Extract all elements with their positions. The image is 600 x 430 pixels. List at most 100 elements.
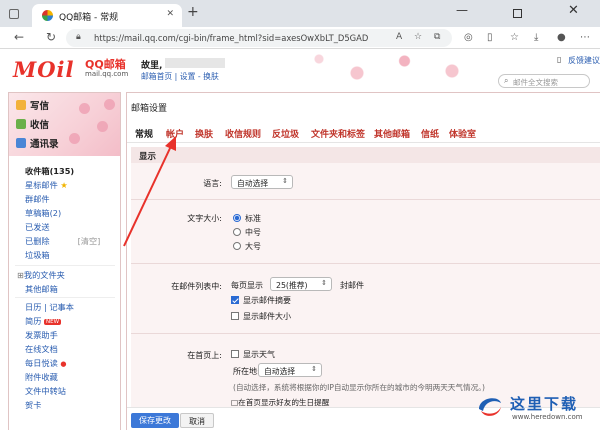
language-select[interactable]: 自动选择 ⇕ xyxy=(231,175,293,189)
app-resume[interactable]: 简历 NEW xyxy=(25,315,62,327)
split-screen-icon[interactable]: ▯ xyxy=(487,32,493,43)
font-size-large[interactable]: 大号 xyxy=(233,241,261,252)
app-online-docs[interactable]: 在线文档 xyxy=(25,343,58,355)
tab-skin[interactable]: 换肤 xyxy=(195,127,213,140)
radio-icon[interactable] xyxy=(233,214,241,222)
show-summary-option[interactable]: 显示邮件摘要 xyxy=(231,295,291,306)
font-size-label: 文字大小: xyxy=(187,214,222,223)
feedback-link[interactable]: 反馈建议 xyxy=(568,55,600,66)
qqmail-logo[interactable]: MOil xyxy=(13,57,75,82)
tab-stationery[interactable]: 信纸 xyxy=(421,127,439,140)
font-size-medium[interactable]: 中号 xyxy=(233,227,261,238)
folder-starred[interactable]: 星标邮件 ★ xyxy=(25,179,68,191)
app-daily-reading[interactable]: 每日悦读 ● xyxy=(25,357,66,369)
other-mail[interactable]: 其他邮箱 xyxy=(25,283,58,295)
mobile-icon[interactable]: ▯ xyxy=(557,55,561,64)
chevron-down-icon: ⇕ xyxy=(311,365,317,373)
empty-trash-link[interactable]: [清空] xyxy=(78,236,101,246)
logo-domain-text: mail.qq.com xyxy=(85,70,129,78)
folder-inbox[interactable]: 收件箱(135) xyxy=(25,165,74,177)
watermark-cn: 这里下载 xyxy=(510,395,579,413)
write-button[interactable]: 写信 xyxy=(16,98,49,112)
window-menu-icon[interactable] xyxy=(9,9,19,19)
search-icon: ⌕ xyxy=(504,76,509,85)
app-invoice[interactable]: 发票助手 xyxy=(25,329,58,341)
folder-deleted[interactable]: 已删除 [清空] xyxy=(25,235,100,247)
contacts-icon xyxy=(16,138,26,148)
per-page-select[interactable]: 25(推荐) ⇕ xyxy=(270,277,332,291)
downloads-icon[interactable]: ⤓ xyxy=(534,32,538,43)
contacts-button[interactable]: 通讯录 xyxy=(16,136,59,150)
search-input[interactable]: ⌕ 邮件全文搜索 xyxy=(498,74,590,88)
address-url[interactable]: https://mail.qq.com/cgi-bin/frame_html?s… xyxy=(94,33,368,43)
maximize-window-icon[interactable] xyxy=(513,9,522,18)
new-tab-icon[interactable]: + xyxy=(187,4,199,20)
close-tab-icon[interactable]: ✕ xyxy=(166,9,174,19)
receive-button[interactable]: 收信 xyxy=(16,117,49,131)
folder-group[interactable]: 群邮件 xyxy=(25,193,50,205)
tab-antispam[interactable]: 反垃圾 xyxy=(272,127,299,140)
pencil-icon xyxy=(16,100,26,110)
address-bar[interactable]: 🔒︎ https://mail.qq.com/cgi-bin/frame_htm… xyxy=(66,29,452,47)
expand-icon[interactable]: ⊞ xyxy=(17,270,24,280)
tab-other-mail[interactable]: 其他邮箱 xyxy=(374,127,410,140)
close-window-icon[interactable]: ✕ xyxy=(568,3,579,18)
tab-account[interactable]: 帐户 xyxy=(166,127,184,140)
checkbox-icon[interactable] xyxy=(231,350,239,358)
radio-icon[interactable] xyxy=(233,242,241,250)
browser-toolbar: ← ↻ 🔒︎ https://mail.qq.com/cgi-bin/frame… xyxy=(0,27,600,49)
chevron-down-icon: ⇕ xyxy=(282,177,288,185)
folder-sent[interactable]: 已发送 xyxy=(25,221,50,233)
back-icon[interactable]: ← xyxy=(14,30,24,44)
my-folders[interactable]: ⊞我的文件夹 xyxy=(17,269,65,281)
unread-dot-icon: ● xyxy=(60,360,67,368)
lock-icon[interactable]: 🔒︎ xyxy=(76,32,81,42)
watermark-en: www.heredown.com xyxy=(512,413,583,421)
language-label: 语言: xyxy=(203,179,222,188)
app-cards[interactable]: 贺卡 xyxy=(25,399,41,411)
checkbox-icon[interactable] xyxy=(231,312,239,320)
header-link-settings[interactable]: 设置 xyxy=(180,72,196,81)
favorites-star-icon[interactable]: ☆ xyxy=(414,32,422,42)
new-badge: NEW xyxy=(44,319,62,325)
app-file-transfer[interactable]: 文件中转站 xyxy=(25,385,66,397)
browser-extension-icon[interactable]: ◎ xyxy=(464,32,473,43)
read-aloud-icon[interactable]: A xyxy=(396,32,402,42)
more-menu-icon[interactable]: ⋯ xyxy=(580,32,590,43)
cancel-button[interactable]: 取消 xyxy=(180,413,214,428)
tab-folders-labels[interactable]: 文件夹和标签 xyxy=(311,127,365,140)
home-page-label: 在首页上: xyxy=(187,351,222,360)
profile-icon[interactable]: ● xyxy=(557,32,566,43)
location-label: 所在地: xyxy=(233,367,260,376)
app-calendar-notes[interactable]: 日历 | 记事本 xyxy=(25,301,74,313)
minimize-window-icon[interactable]: — xyxy=(456,3,468,17)
folder-drafts[interactable]: 草稿箱(2) xyxy=(25,207,61,219)
tab-lab[interactable]: 体验室 xyxy=(449,127,476,140)
app-attachments[interactable]: 附件收藏 xyxy=(25,371,58,383)
per-page-prefix: 每页显示 xyxy=(231,281,263,290)
heredown-logo-icon xyxy=(479,398,501,416)
font-size-standard[interactable]: 标准 xyxy=(233,213,261,224)
header-links: 邮箱首页 | 设置 - 换肤 xyxy=(141,72,219,81)
browser-tab[interactable]: QQ邮箱 - 常规 ✕ xyxy=(32,4,182,27)
checkbox-checked-icon[interactable] xyxy=(231,296,239,304)
save-button[interactable]: 保存更改 xyxy=(131,413,179,428)
tab-general[interactable]: 常规 xyxy=(135,127,153,140)
show-size-option[interactable]: 显示邮件大小 xyxy=(231,311,291,322)
qqmail-favicon-icon xyxy=(42,10,53,21)
location-select[interactable]: 自动选择 ⇕ xyxy=(258,363,322,377)
sidebar: 写信 收信 通讯录 收件箱(135) 星标邮件 ★ 群邮件 草稿箱(2) 已发送… xyxy=(8,92,121,430)
page-title: 邮箱设置 xyxy=(131,104,168,114)
show-weather-option[interactable]: 显示天气 xyxy=(231,349,275,360)
refresh-icon[interactable]: ↻ xyxy=(46,30,56,44)
folder-spam[interactable]: 垃圾箱 xyxy=(25,249,50,261)
header-link-skin[interactable]: 换肤 xyxy=(203,72,219,81)
star-icon: ★ xyxy=(60,180,68,190)
user-email-redacted xyxy=(165,58,225,68)
header-link-home[interactable]: 邮箱首页 xyxy=(141,72,172,81)
radio-icon[interactable] xyxy=(233,228,241,236)
tab-rules[interactable]: 收信规则 xyxy=(225,127,261,140)
collections-icon[interactable]: ☆ xyxy=(510,32,519,43)
extension-icon[interactable]: ⧉ xyxy=(434,32,440,42)
settings-panel: 邮箱设置 常规 帐户 换肤 收信规则 反垃圾 文件夹和标签 其他邮箱 信纸 体验… xyxy=(126,92,600,430)
